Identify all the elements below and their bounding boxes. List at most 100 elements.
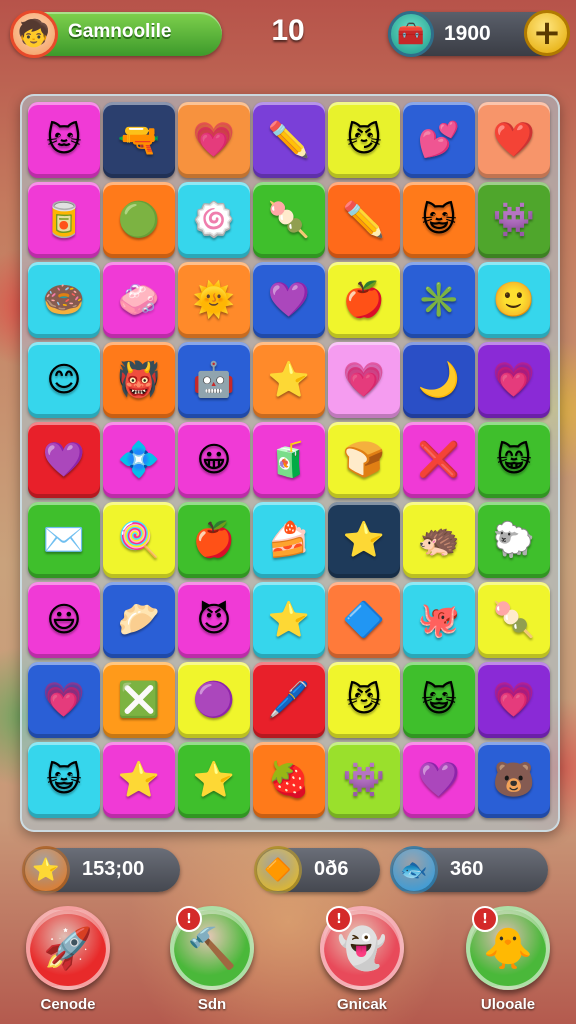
- tile-piece-icon: 🌙: [417, 360, 461, 400]
- game-tile[interactable]: 🍞: [328, 422, 400, 498]
- game-tile[interactable]: ❎: [103, 662, 175, 738]
- game-tile[interactable]: 💗: [328, 342, 400, 418]
- game-tile[interactable]: 🌞: [178, 262, 250, 338]
- game-tile[interactable]: 💕: [403, 102, 475, 178]
- game-tile[interactable]: 😺: [403, 182, 475, 258]
- game-tile[interactable]: 🍡: [478, 582, 550, 658]
- tile-piece-icon: 🍩: [42, 280, 86, 320]
- game-tile[interactable]: 🐑: [478, 502, 550, 578]
- top-bar: 🧒 Gamnoolile 10 🧰 1900 +: [0, 0, 576, 70]
- tile-grid: 🐱 🔫 💗 ✏️ 😼 💕 ❤️ 🥫 🟢 🍥 🍡 ✏️ 😺 👾 🍩 🧼 🌞 💜 🍎 ✳️ 🙂 😊 👹 🤖 ⭐ 💗 🌙 💗 💜 💠 😀 🧃 🍞 ❌ 😸 ✉…: [28, 102, 550, 818]
- tile-piece-icon: 💜: [42, 440, 86, 480]
- game-tile[interactable]: 🍩: [28, 262, 100, 338]
- game-tile[interactable]: ⭐: [103, 742, 175, 818]
- game-tile[interactable]: 💗: [478, 342, 550, 418]
- game-tile[interactable]: 🍰: [253, 502, 325, 578]
- tile-piece-icon: 🥟: [117, 600, 161, 640]
- game-tile[interactable]: 🍓: [253, 742, 325, 818]
- game-tile[interactable]: 🥟: [103, 582, 175, 658]
- game-tile[interactable]: ❤️: [478, 102, 550, 178]
- game-tile[interactable]: ⭐: [253, 342, 325, 418]
- game-tile[interactable]: 🔫: [103, 102, 175, 178]
- game-tile[interactable]: 😼: [328, 662, 400, 738]
- tile-piece-icon: 😃: [46, 600, 82, 640]
- tile-piece-icon: ❤️: [492, 120, 536, 160]
- game-tile[interactable]: 😼: [328, 102, 400, 178]
- game-tile[interactable]: 👾: [328, 742, 400, 818]
- game-tile[interactable]: 💗: [178, 102, 250, 178]
- game-tile[interactable]: 🟢: [103, 182, 175, 258]
- game-tile[interactable]: 🙂: [478, 262, 550, 338]
- game-tile[interactable]: 😸: [478, 422, 550, 498]
- game-tile[interactable]: 💜: [28, 422, 100, 498]
- booster-button[interactable]: 🔨!: [170, 906, 254, 990]
- game-tile[interactable]: 🟣: [178, 662, 250, 738]
- game-tile[interactable]: ❌: [403, 422, 475, 498]
- game-tile[interactable]: 💜: [403, 742, 475, 818]
- game-tile[interactable]: 💜: [253, 262, 325, 338]
- game-tile[interactable]: 🤖: [178, 342, 250, 418]
- game-tile[interactable]: 🌙: [403, 342, 475, 418]
- tile-piece-icon: 💗: [492, 360, 536, 400]
- tile-piece-icon: 💠: [117, 440, 161, 480]
- game-tile[interactable]: 😺: [28, 742, 100, 818]
- game-tile[interactable]: 👾: [478, 182, 550, 258]
- tile-piece-icon: 🧃: [267, 440, 311, 480]
- game-tile[interactable]: ✏️: [253, 102, 325, 178]
- tile-piece-icon: 💕: [417, 120, 461, 160]
- game-tile[interactable]: ⭐: [253, 582, 325, 658]
- game-tile[interactable]: 🔷: [328, 582, 400, 658]
- game-tile[interactable]: ✳️: [403, 262, 475, 338]
- booster-button[interactable]: 👻!: [320, 906, 404, 990]
- tile-piece-icon: 🍡: [492, 600, 536, 640]
- tile-piece-icon: 💜: [417, 760, 461, 800]
- game-tile[interactable]: 🧼: [103, 262, 175, 338]
- game-tile[interactable]: 💗: [478, 662, 550, 738]
- game-tile[interactable]: 💠: [103, 422, 175, 498]
- game-tile[interactable]: 😀: [178, 422, 250, 498]
- blob-ghost-icon: 👻: [337, 925, 387, 972]
- game-tile[interactable]: 😈: [178, 582, 250, 658]
- booster-button[interactable]: 🐥!: [466, 906, 550, 990]
- tile-piece-icon: 🍭: [117, 520, 161, 560]
- tile-piece-icon: 🦔: [417, 520, 461, 560]
- level-number: 10: [271, 14, 305, 47]
- game-tile[interactable]: ⭐: [178, 742, 250, 818]
- game-tile[interactable]: 😺: [403, 662, 475, 738]
- tile-piece-icon: 💗: [492, 680, 536, 720]
- game-tile[interactable]: ✏️: [328, 182, 400, 258]
- game-tile[interactable]: 😊: [28, 342, 100, 418]
- game-tile[interactable]: 👹: [103, 342, 175, 418]
- game-tile[interactable]: ⭐: [328, 502, 400, 578]
- booster-button[interactable]: 🚀: [26, 906, 110, 990]
- game-tile[interactable]: 🍎: [328, 262, 400, 338]
- game-tile[interactable]: 🍡: [253, 182, 325, 258]
- game-tile[interactable]: 🍎: [178, 502, 250, 578]
- stat-counter: ⭐ 153;00: [22, 846, 180, 894]
- game-tile[interactable]: 🧃: [253, 422, 325, 498]
- game-tile[interactable]: 🖊️: [253, 662, 325, 738]
- tile-piece-icon: 😺: [421, 680, 457, 720]
- tile-piece-icon: ✉️: [42, 520, 86, 560]
- tile-piece-icon: ⭐: [192, 760, 236, 800]
- game-tile[interactable]: 🦔: [403, 502, 475, 578]
- tile-piece-icon: 💜: [267, 280, 311, 320]
- tile-piece-icon: 🍎: [342, 280, 386, 320]
- tile-piece-icon: ⭐: [267, 600, 311, 640]
- game-tile[interactable]: 🐙: [403, 582, 475, 658]
- tile-piece-icon: 💗: [192, 120, 236, 160]
- game-tile[interactable]: 🍥: [178, 182, 250, 258]
- tile-piece-icon: 🟣: [192, 680, 236, 720]
- yellow-duck-icon: 🐥: [483, 925, 533, 972]
- profile-button[interactable]: 🧒 Gamnoolile: [10, 10, 222, 58]
- game-tile[interactable]: ✉️: [28, 502, 100, 578]
- stat-value: 360: [450, 858, 484, 880]
- game-tile[interactable]: 💗: [28, 662, 100, 738]
- game-tile[interactable]: 🐻: [478, 742, 550, 818]
- tile-piece-icon: 🐱: [46, 120, 82, 160]
- game-tile[interactable]: 😃: [28, 582, 100, 658]
- game-tile[interactable]: 🍭: [103, 502, 175, 578]
- game-tile[interactable]: 🥫: [28, 182, 100, 258]
- add-coins-button[interactable]: +: [524, 10, 570, 56]
- game-tile[interactable]: 🐱: [28, 102, 100, 178]
